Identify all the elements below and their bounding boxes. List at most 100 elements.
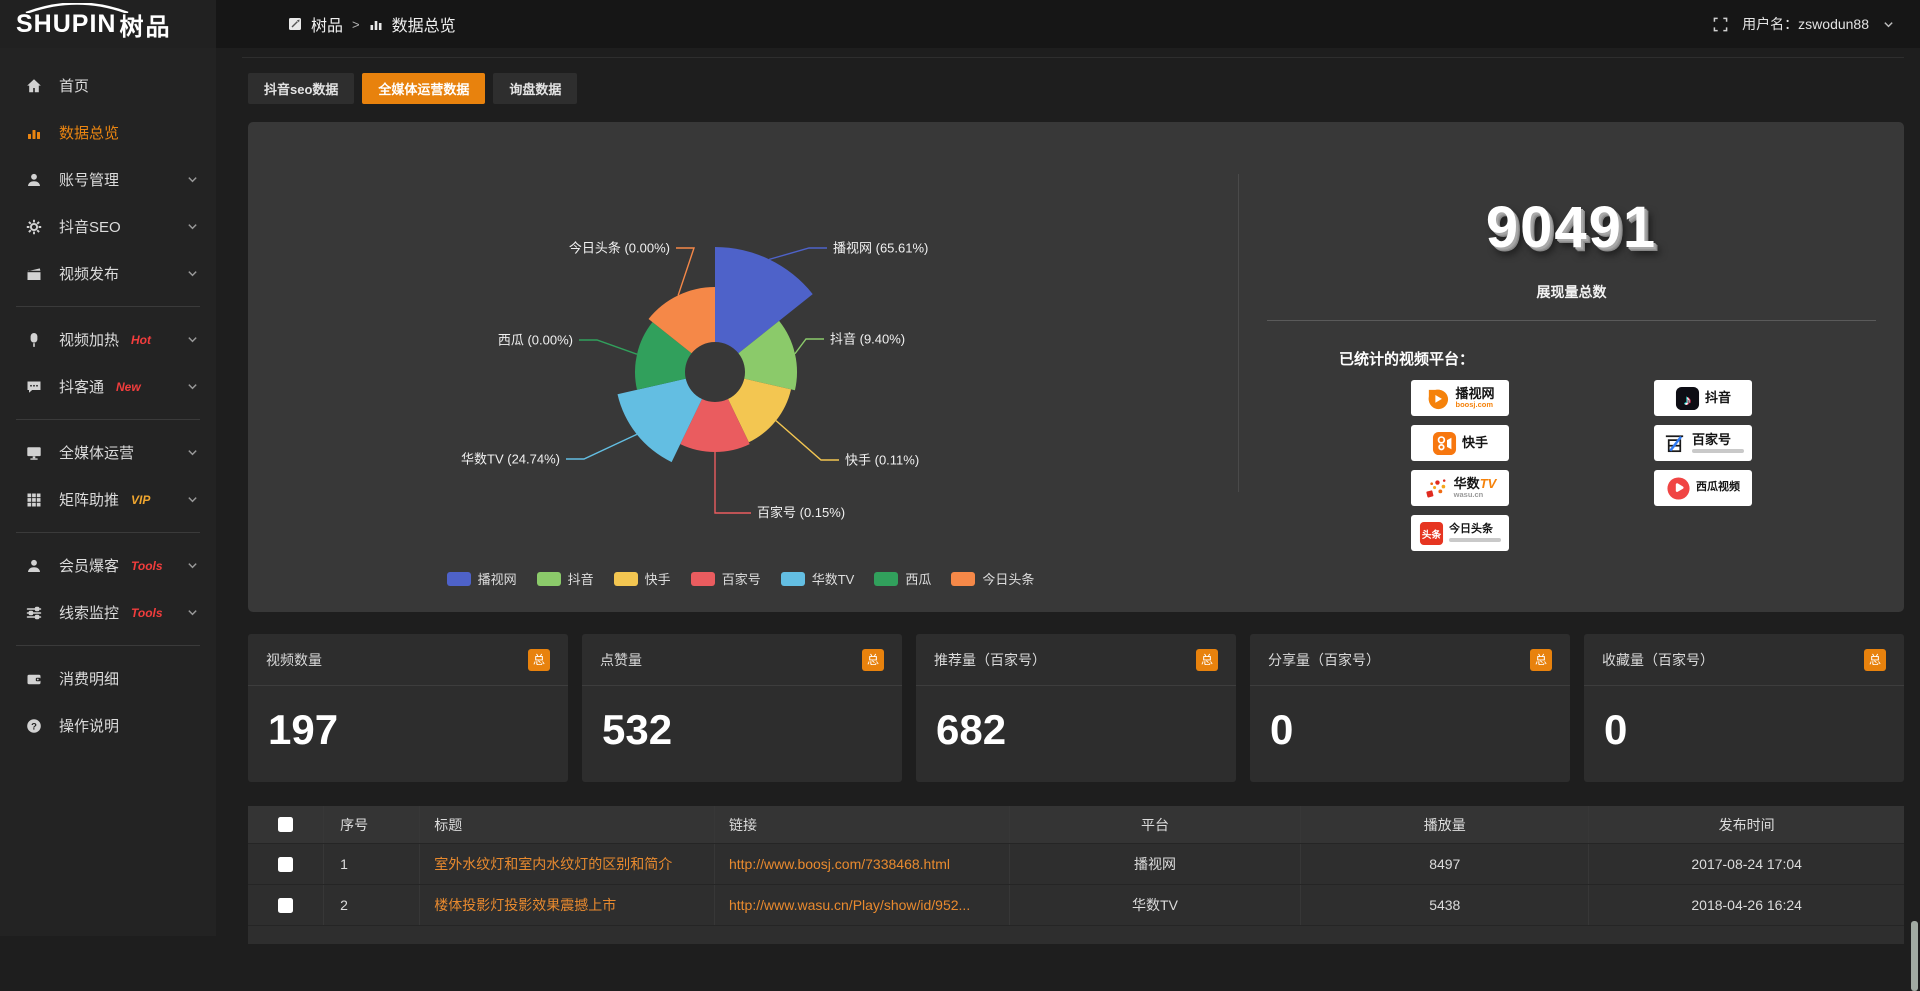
pie-slice-华数TV[interactable] (618, 379, 702, 462)
sidebar-item-account-manage[interactable]: 账号管理 (0, 156, 216, 203)
pie-label-西瓜: 西瓜 (0.00%) (498, 333, 573, 348)
col-header-index: 序号 (324, 806, 420, 843)
cell-title-link[interactable]: 室外水纹灯和室内水纹灯的区别和简介 (420, 844, 715, 884)
pie-label-line (676, 248, 694, 295)
chevron-down-icon (187, 221, 198, 232)
topbar-right: 用户名：zswodun88 (1713, 14, 1920, 34)
platform-tagline-blur (1449, 538, 1501, 542)
sidebar-item-video-heat[interactable]: 视频加热 Hot (0, 316, 216, 363)
legend-item-快手[interactable]: 快手 (614, 569, 671, 588)
pie-label-line (769, 248, 827, 259)
platform-badge-douyin: ♪♪♪抖音 (1654, 380, 1752, 416)
sidebar-item-tag: New (116, 380, 141, 394)
platform-badge-wasu: 华数TVwasu.cn (1411, 470, 1509, 506)
sidebar-item-label: 抖音SEO (59, 216, 121, 237)
tab-inquiry-data[interactable]: 询盘数据 (493, 73, 577, 104)
table-header-row: 序号标题链接平台播放量发布时间 (248, 806, 1904, 844)
stat-card-value: 532 (582, 686, 902, 754)
legend-item-华数TV[interactable]: 华数TV (781, 569, 855, 588)
legend-item-今日头条[interactable]: 今日头条 (951, 569, 1034, 588)
legend-label: 百家号 (722, 569, 761, 588)
cell-url-link[interactable]: http://www.wasu.cn/Play/show/id/952... (715, 885, 1010, 925)
tab-media-operation-data[interactable]: 全媒体运营数据 (362, 73, 485, 104)
cell-plays: 8497 (1301, 844, 1589, 884)
sliders-icon (26, 605, 43, 621)
legend-item-西瓜[interactable]: 西瓜 (874, 569, 931, 588)
app-logo: SHUPIN 树品 (0, 0, 216, 48)
svg-text:头条: 头条 (1422, 528, 1442, 540)
row-checkbox[interactable] (278, 857, 293, 872)
username-value: zswodun88 (1798, 16, 1869, 32)
cell-time: 2018-04-26 16:24 (1589, 885, 1904, 925)
scrollbar-thumb[interactable] (1911, 921, 1918, 991)
platform-badge-boosj: 播视网boosj.com (1411, 380, 1509, 416)
sidebar-item-member-baoke[interactable]: 会员爆客Tools (0, 542, 216, 589)
legend-label: 抖音 (568, 569, 594, 588)
sidebar-item-data-overview[interactable]: 数据总览 (0, 109, 216, 156)
legend-label: 播视网 (478, 569, 517, 588)
username-label: 用户名： (1742, 16, 1798, 32)
stat-card-2: 推荐量（百家号）总682 (916, 634, 1236, 782)
row-checkbox[interactable] (278, 898, 293, 913)
sidebar-item-tag: Hot (131, 333, 151, 347)
sidebar-item-home[interactable]: 首页 (0, 62, 216, 109)
popsicle-icon (26, 332, 43, 348)
sidebar-item-tag: Tools (131, 606, 163, 620)
breadcrumb: 树品 > 数据总览 (288, 12, 456, 36)
sidebar-item-help-guide[interactable]: ?操作说明 (0, 702, 216, 749)
cell-platform: 华数TV (1010, 885, 1301, 925)
pie-label-华数TV: 华数TV (24.74%) (461, 452, 560, 467)
sidebar-item-douyin-seo[interactable]: 抖音SEO (0, 203, 216, 250)
platform-tagline-blur (1692, 449, 1744, 453)
fullscreen-icon[interactable] (1713, 17, 1728, 32)
stat-card-title: 点赞量 (600, 650, 642, 670)
chevron-down-icon (187, 447, 198, 458)
sidebar-item-label: 全媒体运营 (59, 442, 134, 463)
cell-title-link[interactable]: 楼体投影灯投影效果震撼上市 (420, 885, 715, 925)
chevron-down-icon (187, 268, 198, 279)
table-row-1: 1室外水纹灯和室内水纹灯的区别和简介http://www.boosj.com/7… (248, 844, 1904, 885)
topbar: SHUPIN 树品 树品 > 数据总览 用户名：zswodun88 (0, 0, 1920, 48)
tab-douyin-seo-data[interactable]: 抖音seo数据 (248, 73, 354, 104)
sidebar-divider (16, 645, 200, 646)
sidebar-item-video-publish[interactable]: 视频发布 (0, 250, 216, 297)
chevron-down-icon (187, 607, 198, 618)
user-chevron-down-icon[interactable] (1883, 19, 1894, 30)
platforms-label: 已统计的视频平台： (1339, 348, 1474, 369)
breadcrumb-item-overview[interactable]: 数据总览 (392, 12, 456, 36)
sidebar-item-clue-monitor[interactable]: 线索监控Tools (0, 589, 216, 636)
sidebar-item-media-operation[interactable]: 全媒体运营 (0, 429, 216, 476)
legend-label: 华数TV (812, 569, 855, 588)
baijiahao-logo-icon (1662, 431, 1687, 456)
sidebar-item-douketong[interactable]: 抖客通New (0, 363, 216, 410)
cell-url-link[interactable]: http://www.boosj.com/7338468.html (715, 844, 1010, 884)
breadcrumb-separator: > (352, 17, 360, 32)
sidebar-item-consume-detail[interactable]: 消费明细 (0, 655, 216, 702)
stat-card-3: 分享量（百家号）总0 (1250, 634, 1570, 782)
gear-icon (26, 219, 43, 235)
legend-swatch (874, 572, 898, 586)
sidebar-item-tag: Tools (131, 559, 163, 573)
shupin-crumb-icon (288, 17, 302, 31)
username[interactable]: 用户名：zswodun88 (1742, 14, 1869, 34)
sidebar-item-label: 视频加热 (59, 329, 119, 350)
legend-item-抖音[interactable]: 抖音 (537, 569, 594, 588)
wallet-icon (26, 671, 43, 687)
sidebar-item-matrix-boost[interactable]: 矩阵助推VIP (0, 476, 216, 523)
col-header-title: 标题 (420, 806, 715, 843)
stat-card-title: 推荐量（百家号） (934, 650, 1046, 670)
select-all-checkbox[interactable] (278, 817, 293, 832)
xigua-logo-icon (1666, 476, 1691, 501)
legend-item-播视网[interactable]: 播视网 (447, 569, 517, 588)
pie-label-line (795, 339, 824, 354)
user-icon (26, 172, 43, 188)
breadcrumb-item-shupin[interactable]: 树品 (311, 12, 343, 36)
legend-label: 西瓜 (905, 569, 931, 588)
pie-label-line (715, 452, 751, 513)
kuaishou-logo-icon (1432, 431, 1457, 456)
table-row-partial (248, 926, 1904, 944)
pie-label-播视网: 播视网 (65.61%) (833, 241, 928, 256)
pie-label-快手: 快手 (0.11%) (845, 453, 919, 468)
legend-item-百家号[interactable]: 百家号 (691, 569, 761, 588)
boosj-logo-icon (1425, 386, 1450, 411)
